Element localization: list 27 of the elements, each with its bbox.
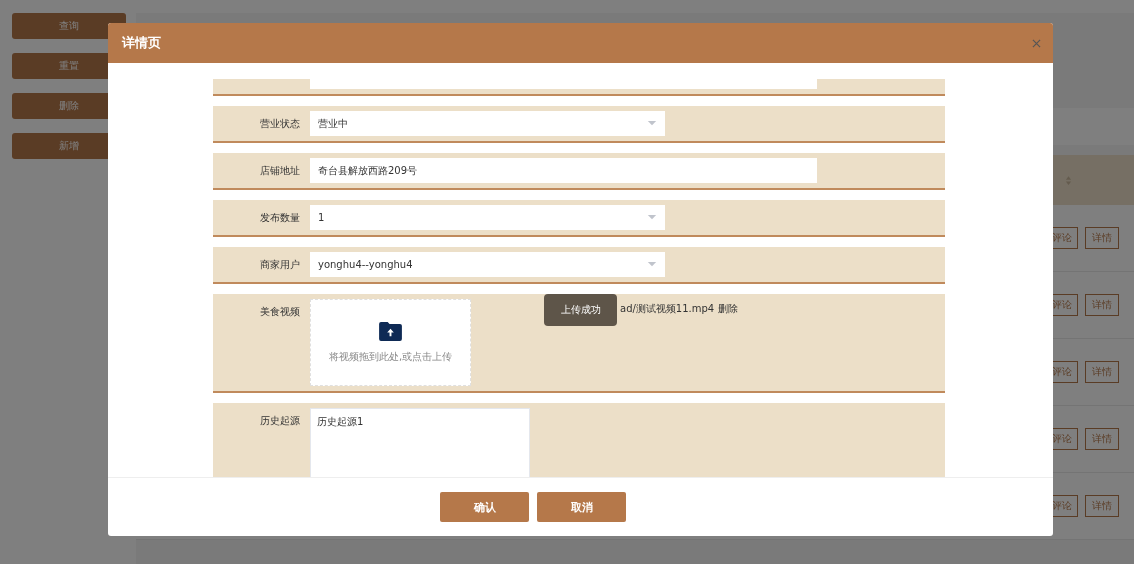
detail-button[interactable]: 详情 xyxy=(1085,361,1119,383)
input-field[interactable]: 奇台县解放西路209号 xyxy=(310,158,817,183)
delete-link[interactable]: 删除 xyxy=(718,302,739,316)
field-label: 美食视频 xyxy=(259,305,300,319)
caret-icon xyxy=(647,262,657,267)
caret-icon xyxy=(647,215,657,220)
field-label: 店铺地址 xyxy=(259,163,300,178)
select-field[interactable]: 营业中 xyxy=(310,111,665,136)
file-name[interactable]: ad/测试视频11.mp4 xyxy=(620,302,715,316)
folder-upload-icon xyxy=(379,321,402,341)
upload-area[interactable]: 将视频拖到此处,或点击上传 xyxy=(310,299,471,386)
confirm-button[interactable]: 确认 xyxy=(440,492,529,522)
field-label: 发布数量 xyxy=(259,210,300,225)
field-label: 商家用户 xyxy=(259,257,300,272)
text-area[interactable]: 历史起源1 xyxy=(310,408,530,477)
select-field[interactable]: 1 xyxy=(310,205,665,230)
detail-button[interactable]: 详情 xyxy=(1085,294,1119,316)
detail-button[interactable]: 详情 xyxy=(1085,495,1119,517)
detail-button[interactable]: 详情 xyxy=(1085,428,1119,450)
caret-icon xyxy=(647,121,657,126)
success-toast: 上传成功 xyxy=(544,294,617,326)
detail-button[interactable]: 详情 xyxy=(1085,227,1119,249)
field-label: 营业状态 xyxy=(259,116,300,131)
select-field[interactable]: yonghu4--yonghu4 xyxy=(310,252,665,277)
field-label: 历史起源 xyxy=(259,414,300,428)
cancel-button[interactable]: 取消 xyxy=(537,492,626,522)
close-icon[interactable] xyxy=(1032,38,1041,48)
